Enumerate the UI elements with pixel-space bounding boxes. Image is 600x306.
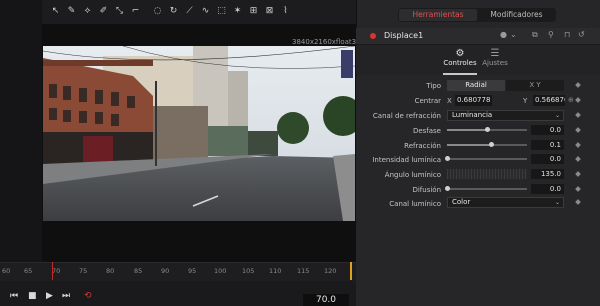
angulo-value[interactable]: 135.0	[531, 169, 564, 179]
desfase-label: Desfase	[412, 127, 441, 135]
slider-knob[interactable]	[489, 142, 494, 147]
loop-icon[interactable]: ⟲	[84, 291, 92, 301]
canal-luminico-dropdown[interactable]: Color ⌄	[447, 197, 564, 208]
playhead[interactable]	[52, 262, 53, 280]
slider-knob[interactable]	[445, 156, 450, 161]
canal-refraccion-value: Luminancia	[452, 111, 493, 119]
viewer-toolbar: ↖ ✎ ⟡ ✐ ⤡ ⌐ ◌ ↻ ⟋ ∿ ⬚ ✶ ⊞ ⊠ ⌇	[42, 0, 356, 24]
tipo-radial-button[interactable]: Radial	[447, 80, 505, 91]
render-end-marker[interactable]	[350, 262, 352, 280]
transform-tool-icon[interactable]: ⤡	[114, 5, 125, 17]
canal-luminico-label: Canal lumínico	[389, 200, 441, 208]
go-to-end-icon[interactable]: ⏭	[62, 291, 70, 301]
image-format-label: 3840x2160xfloat32	[292, 38, 361, 46]
difusion-label: Difusión	[412, 186, 441, 194]
angulo-label: Ángulo lumínico	[384, 171, 441, 179]
tipo-label: Tipo	[426, 82, 441, 90]
node-title: Displace1	[384, 31, 424, 40]
canal-refraccion-dropdown[interactable]: Luminancia ⌄	[447, 110, 564, 121]
node-enable-dot[interactable]	[370, 33, 376, 39]
tick-label: 75	[79, 267, 88, 275]
tab-herramientas[interactable]: Herramientas	[399, 9, 477, 21]
grid-icon[interactable]: ⊞	[248, 5, 259, 17]
tick-label: 60	[2, 267, 11, 275]
tick-label: 95	[188, 267, 197, 275]
tick-label: 65	[24, 267, 33, 275]
canal-refraccion-label: Canal de refracción	[372, 112, 441, 120]
magic-wand-icon[interactable]: ✶	[232, 5, 243, 17]
difusion-slider[interactable]	[445, 186, 527, 191]
subtab-bar	[356, 45, 600, 75]
pointer-tool-icon[interactable]: ↖	[50, 5, 61, 17]
controls-icon: ⚙	[455, 48, 465, 59]
current-frame-display[interactable]: 70.0	[303, 294, 349, 306]
slider-fill	[447, 129, 487, 131]
subtab-controles-label: Controles	[443, 59, 477, 67]
tick-label: 90	[161, 267, 170, 275]
refraccion-label: Refracción	[404, 142, 441, 150]
subtab-ajustes-label: Ajustes	[482, 59, 508, 67]
play-icon[interactable]: ▶	[46, 291, 53, 301]
intensidad-value[interactable]: 0.0	[531, 154, 564, 164]
bspline-tool-icon[interactable]: ⟡	[82, 5, 93, 17]
canal-luminico-value: Color	[452, 198, 471, 206]
settings-sliders-icon: ☰	[490, 48, 500, 59]
lasso-tool-icon[interactable]: ◌	[152, 5, 163, 17]
slider-knob[interactable]	[485, 127, 490, 132]
curve-tool-icon[interactable]: ∿	[200, 5, 211, 17]
timeline-ruler[interactable]: 60 65 70 75 80 85 90 95 100 105 110 115 …	[0, 262, 356, 281]
crosshair-icon[interactable]: ⊕	[568, 96, 574, 104]
tick-label: 70	[52, 267, 61, 275]
desfase-value[interactable]: 0.0	[531, 125, 564, 135]
refraccion-slider[interactable]	[447, 142, 527, 147]
centrar-x-input[interactable]: 0.680778	[455, 95, 492, 106]
corner-tool-icon[interactable]: ⌐	[130, 5, 141, 17]
refraccion-value[interactable]: 0.1	[531, 140, 564, 150]
copy-icon[interactable]: ⧉	[532, 30, 538, 40]
pen-tool-icon[interactable]: ✎	[66, 5, 77, 17]
slider-knob[interactable]	[445, 186, 450, 191]
tick-label: 80	[106, 267, 115, 275]
tick-label: 115	[297, 267, 310, 275]
intensidad-slider[interactable]	[445, 156, 527, 161]
select-region-icon[interactable]: ⬚	[216, 5, 227, 17]
centrar-y-input[interactable]: 0.566876	[533, 95, 565, 106]
subtab-ajustes[interactable]: ☰ Ajustes	[480, 48, 510, 67]
difusion-value[interactable]: 0.0	[531, 184, 564, 194]
tick-label: 120	[324, 267, 337, 275]
close-shape-icon[interactable]: ⊠	[264, 5, 275, 17]
left-panel-strip	[0, 0, 42, 262]
lock-icon[interactable]: ⊓	[564, 30, 570, 39]
tab-modificadores[interactable]: Modificadores	[478, 9, 555, 21]
chevron-down-icon[interactable]: ⌄	[510, 30, 517, 39]
line-tool-icon[interactable]: ⟋	[184, 5, 195, 17]
go-to-start-icon[interactable]: ⏮	[10, 291, 18, 301]
centrar-label: Centrar	[414, 97, 441, 105]
viewer-image-street[interactable]	[43, 46, 355, 221]
pin-icon[interactable]: ⚲	[548, 30, 554, 39]
intensidad-label: Intensidad lumínica	[372, 156, 441, 164]
chevron-down-icon: ⌄	[554, 199, 560, 206]
tipo-xy-button[interactable]: X Y	[506, 80, 564, 91]
stop-icon[interactable]: ■	[28, 291, 37, 301]
tick-label: 85	[134, 267, 143, 275]
centrar-x-label: X	[447, 97, 452, 105]
desfase-slider[interactable]	[447, 127, 527, 132]
angulo-thumbwheel[interactable]	[447, 169, 527, 179]
active-subtab-underline	[443, 73, 477, 75]
centrar-y-label: Y	[523, 97, 528, 105]
tick-label: 100	[214, 267, 227, 275]
version-dot-icon[interactable]: ●	[500, 30, 507, 39]
tick-label: 110	[269, 267, 282, 275]
tick-label: 105	[242, 267, 255, 275]
reset-icon[interactable]: ↺	[578, 30, 585, 39]
freehand-tool-icon[interactable]: ✐	[98, 5, 109, 17]
subtab-controles[interactable]: ⚙ Controles	[443, 48, 477, 67]
chevron-down-icon: ⌄	[554, 112, 560, 119]
rotate-tool-icon[interactable]: ↻	[168, 5, 179, 17]
polyline-icon[interactable]: ⌇	[280, 5, 291, 17]
slider-fill	[447, 144, 491, 146]
